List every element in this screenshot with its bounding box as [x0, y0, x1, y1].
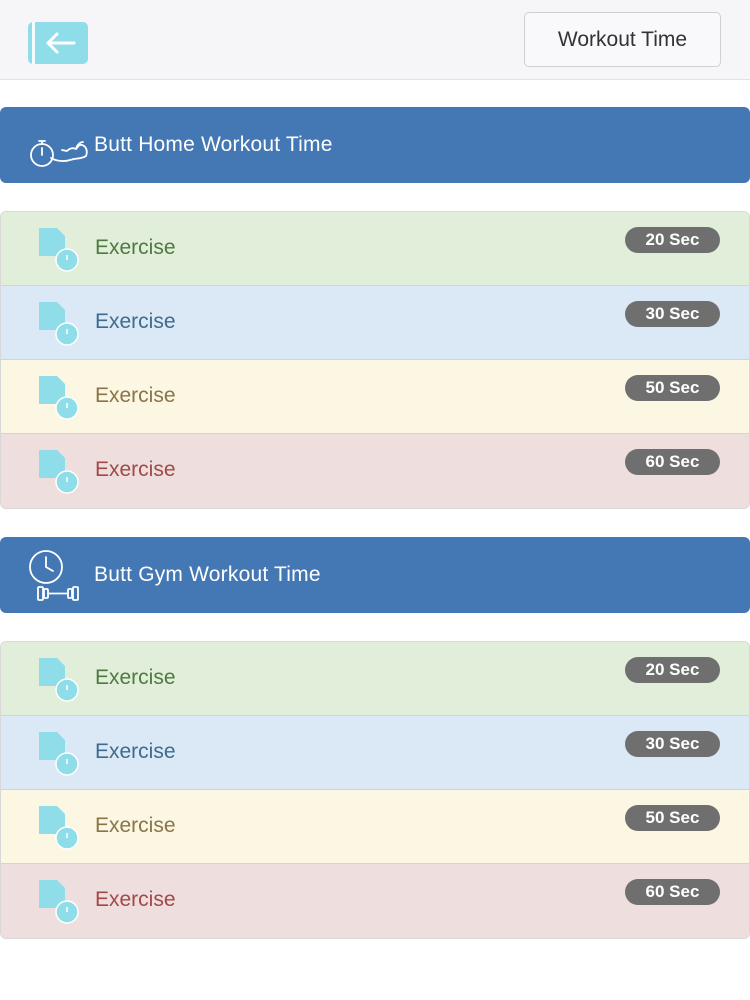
exercise-row[interactable]: Exercise 30 Sec: [1, 286, 749, 360]
exercise-row[interactable]: Exercise 50 Sec: [1, 360, 749, 434]
back-button[interactable]: [28, 22, 88, 64]
exercise-label: Exercise: [95, 310, 176, 333]
exercise-label: Exercise: [95, 740, 176, 763]
duration-badge: 30 Sec: [625, 301, 720, 327]
section-title: Butt Home Workout Time: [94, 133, 333, 156]
exercise-row[interactable]: Exercise 50 Sec: [1, 790, 749, 864]
exercise-list-home: Exercise 20 Sec Exercise 30 Sec Exercise…: [0, 211, 750, 509]
document-timer-icon: [35, 804, 83, 852]
duration-badge: 30 Sec: [625, 731, 720, 757]
document-timer-icon: [35, 300, 83, 348]
exercise-label: Exercise: [95, 384, 176, 407]
document-timer-icon: [35, 730, 83, 778]
exercise-row[interactable]: Exercise 20 Sec: [1, 642, 749, 716]
exercise-label: Exercise: [95, 666, 176, 689]
document-timer-icon: [35, 656, 83, 704]
clock-dumbbell-icon: [26, 547, 90, 603]
duration-badge: 20 Sec: [625, 657, 720, 683]
document-timer-icon: [35, 878, 83, 926]
exercise-row[interactable]: Exercise 30 Sec: [1, 716, 749, 790]
section-header-home: Butt Home Workout Time: [0, 107, 750, 183]
exercise-label: Exercise: [95, 458, 176, 481]
document-timer-icon: [35, 226, 83, 274]
duration-badge: 50 Sec: [625, 805, 720, 831]
section-header-gym: Butt Gym Workout Time: [0, 537, 750, 613]
exercise-row[interactable]: Exercise 60 Sec: [1, 434, 749, 508]
duration-badge: 60 Sec: [625, 879, 720, 905]
exercise-row[interactable]: Exercise 20 Sec: [1, 212, 749, 286]
exercise-label: Exercise: [95, 888, 176, 911]
duration-badge: 20 Sec: [625, 227, 720, 253]
exercise-list-gym: Exercise 20 Sec Exercise 30 Sec Exercise…: [0, 641, 750, 939]
exercise-label: Exercise: [95, 236, 176, 259]
document-timer-icon: [35, 374, 83, 422]
top-bar: Workout Time: [0, 0, 750, 80]
section-title: Butt Gym Workout Time: [94, 563, 321, 586]
stopwatch-muscle-icon: [26, 117, 90, 173]
exercise-label: Exercise: [95, 814, 176, 837]
back-arrow-icon: [28, 22, 88, 64]
duration-badge: 60 Sec: [625, 449, 720, 475]
duration-badge: 50 Sec: [625, 375, 720, 401]
document-timer-icon: [35, 448, 83, 496]
exercise-row[interactable]: Exercise 60 Sec: [1, 864, 749, 938]
workout-time-button[interactable]: Workout Time: [524, 12, 721, 67]
